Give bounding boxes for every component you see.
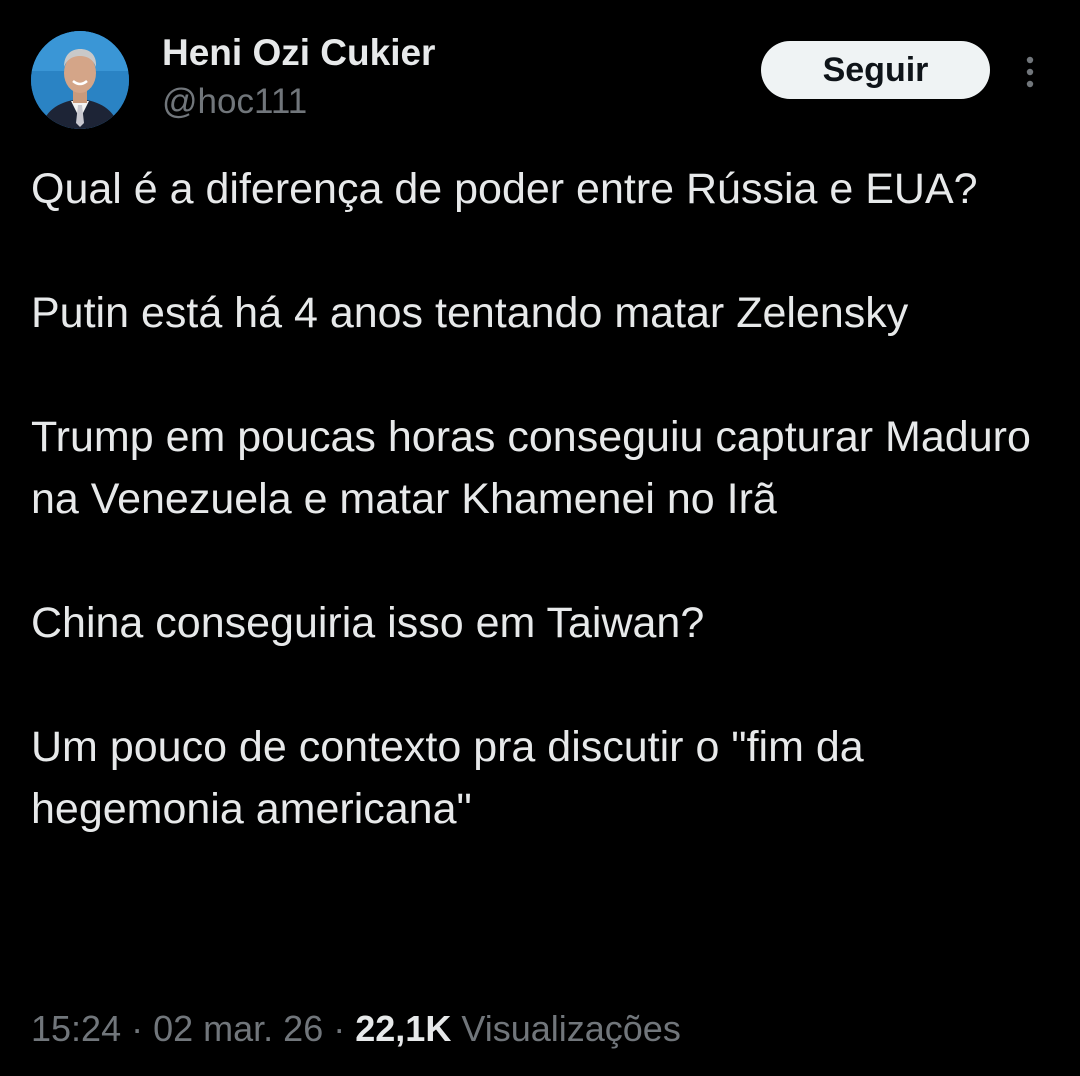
- tweet-text: Qual é a diferença de poder entre Rússia…: [31, 158, 1061, 840]
- tweet-meta: 15:24 · 02 mar. 26 · 22,1K Visualizações: [31, 1004, 681, 1054]
- author-name[interactable]: Heni Ozi Cukier: [162, 32, 435, 74]
- tweet-date[interactable]: 02 mar. 26: [153, 1008, 323, 1049]
- tweet-paragraph: Um pouco de contexto pra discutir o "fim…: [31, 723, 864, 833]
- tweet-time[interactable]: 15:24: [31, 1008, 121, 1049]
- tweet-paragraph: Qual é a diferença de poder entre Rússia…: [31, 165, 978, 213]
- more-vertical-icon[interactable]: [1014, 52, 1046, 92]
- meta-separator: ·: [131, 1008, 144, 1049]
- tweet-paragraph: Putin está há 4 anos tentando matar Zele…: [31, 289, 909, 337]
- tweet-card: Heni Ozi Cukier @hoc111 Seguir Qual é a …: [0, 0, 1080, 1076]
- avatar[interactable]: [31, 31, 129, 129]
- meta-separator: ·: [333, 1008, 346, 1049]
- tweet-paragraph: China conseguiria isso em Taiwan?: [31, 599, 705, 647]
- tweet-paragraph: Trump em poucas horas conseguiu capturar…: [31, 413, 1031, 523]
- views-count[interactable]: 22,1K: [355, 1008, 451, 1049]
- author-handle[interactable]: @hoc111: [162, 82, 307, 122]
- avatar-image: [31, 31, 129, 129]
- views-label: Visualizações: [461, 1008, 681, 1049]
- follow-button[interactable]: Seguir: [761, 41, 990, 99]
